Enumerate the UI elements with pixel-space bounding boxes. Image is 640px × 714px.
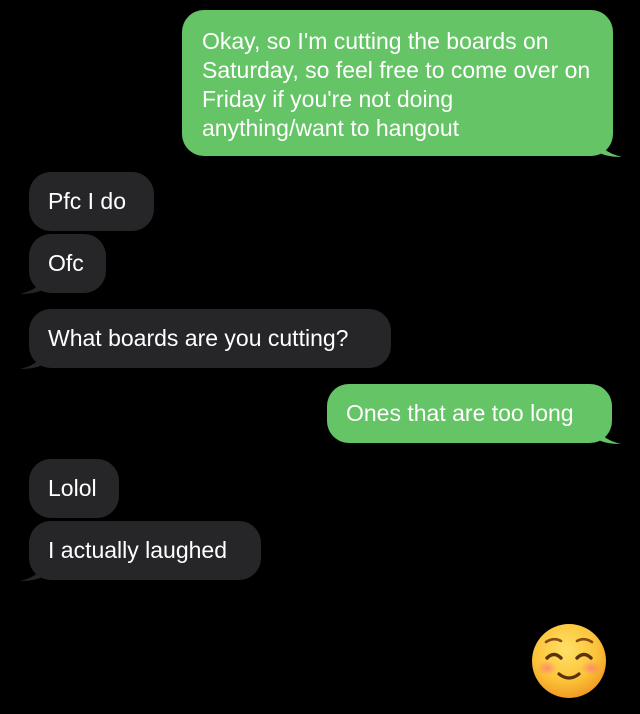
sent-message-bubble[interactable]: Ones that are too long bbox=[327, 384, 621, 444]
message-text: Pfc I do bbox=[48, 188, 126, 214]
message-text: What boards are you cutting? bbox=[48, 325, 349, 351]
received-message-bubble[interactable]: Pfc I do bbox=[29, 172, 154, 231]
received-message-bubble[interactable]: I actually laughed bbox=[20, 521, 261, 581]
bubble-tail-icon bbox=[20, 272, 46, 294]
received-message-bubble[interactable]: Lolol bbox=[29, 459, 119, 518]
received-message-bubble[interactable]: What boards are you cutting? bbox=[20, 309, 391, 369]
message-text: Ofc bbox=[48, 250, 84, 276]
smiling-face-with-smiling-eyes-icon bbox=[532, 624, 606, 698]
received-message-bubble[interactable]: Ofc bbox=[20, 234, 106, 294]
message-text: Ones that are too long bbox=[346, 400, 574, 426]
message-text: I actually laughed bbox=[48, 537, 228, 563]
bubble-tail-icon bbox=[20, 347, 46, 369]
message-text: Okay, so I'm cutting the boards on Satur… bbox=[202, 28, 591, 141]
sent-message-bubble[interactable]: Okay, so I'm cutting the boards on Satur… bbox=[182, 10, 622, 157]
bubble-tail-icon bbox=[595, 422, 621, 444]
message-text: Lolol bbox=[48, 475, 97, 501]
bubble-tail-icon bbox=[20, 559, 46, 581]
bubble-tail-icon bbox=[596, 135, 622, 157]
